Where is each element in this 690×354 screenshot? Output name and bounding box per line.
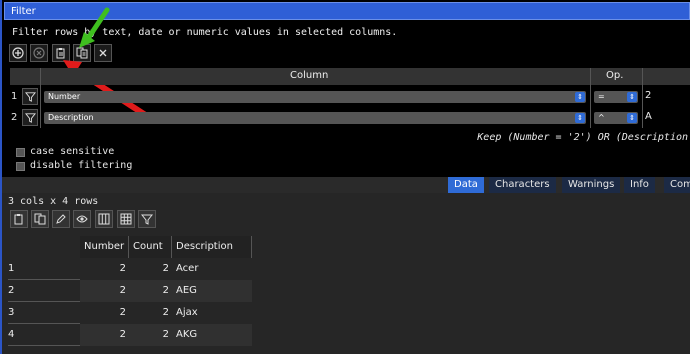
funnel-icon bbox=[141, 214, 153, 225]
paste-data-button[interactable] bbox=[10, 210, 28, 228]
cell-description: Acer bbox=[176, 263, 199, 274]
column-select-value: Description bbox=[48, 113, 94, 122]
edit-button[interactable] bbox=[52, 210, 70, 228]
dimensions-label: 3 cols x 4 rows bbox=[8, 196, 99, 207]
filter-table: Column Op. 1 Number ⇕ = ⇕ 2 2 Descriptio… bbox=[2, 68, 690, 128]
window-titlebar[interactable]: Filter bbox=[4, 2, 690, 20]
cell-count: 2 bbox=[162, 263, 169, 274]
paste-button[interactable] bbox=[52, 44, 70, 62]
updown-arrow-icon: ⇕ bbox=[627, 92, 637, 102]
copy-data-button[interactable] bbox=[31, 210, 49, 228]
column-select[interactable]: Description ⇕ bbox=[44, 112, 586, 124]
table-row[interactable]: 2 2 2 AEG bbox=[2, 280, 690, 302]
case-sensitive-label: case sensitive bbox=[30, 146, 115, 157]
op-select-value: = bbox=[598, 92, 605, 101]
copy-icon bbox=[76, 47, 88, 59]
grid-button[interactable] bbox=[117, 210, 135, 228]
copy-button[interactable] bbox=[73, 44, 91, 62]
copy-icon bbox=[34, 213, 46, 225]
tab-data[interactable]: Data bbox=[448, 177, 484, 193]
updown-arrow-icon: ⇕ bbox=[575, 92, 585, 102]
cell-number: 2 bbox=[119, 285, 126, 296]
tab-info[interactable]: Info bbox=[624, 177, 655, 193]
paste-icon bbox=[14, 214, 23, 225]
op-select[interactable]: = ⇕ bbox=[594, 91, 638, 103]
table-row[interactable]: 4 2 2 AKG bbox=[2, 324, 690, 346]
columns-button[interactable] bbox=[95, 210, 113, 228]
cell-description: Ajax bbox=[176, 307, 198, 318]
op-select-value: ^ bbox=[598, 113, 605, 122]
cell-count: 2 bbox=[162, 307, 169, 318]
op-select[interactable]: ^ ⇕ bbox=[594, 112, 638, 124]
filter-value[interactable]: A bbox=[645, 111, 652, 122]
remove-filter-button[interactable] bbox=[30, 44, 48, 62]
row-index: 3 bbox=[8, 307, 15, 318]
filter-row-index: 1 bbox=[11, 91, 18, 102]
disable-filtering-checkbox[interactable] bbox=[16, 162, 25, 171]
eye-icon bbox=[76, 215, 88, 223]
add-filter-button[interactable] bbox=[9, 44, 27, 62]
filter-expression: Keep (Number = '2') OR (Description bbox=[477, 132, 688, 143]
filter-description: Filter rows by text, date or numeric val… bbox=[12, 27, 398, 38]
column-header-count[interactable]: Count bbox=[129, 236, 172, 258]
data-grid: Number Count Description 1 2 2 Acer 2 2 … bbox=[2, 236, 690, 354]
column-select[interactable]: Number ⇕ bbox=[44, 91, 586, 103]
tab-characters[interactable]: Characters bbox=[489, 177, 556, 193]
add-icon bbox=[12, 47, 24, 59]
filter-row-toggle[interactable] bbox=[22, 88, 38, 105]
remove-icon bbox=[33, 47, 45, 59]
close-filter-button[interactable] bbox=[94, 44, 112, 62]
tab-warnings[interactable]: Warnings bbox=[562, 177, 621, 193]
filter-row: 2 Description ⇕ ^ ⇕ A bbox=[2, 108, 690, 128]
cell-number: 2 bbox=[119, 329, 126, 340]
funnel-icon bbox=[24, 92, 36, 102]
funnel-icon bbox=[24, 113, 36, 123]
case-sensitive-checkbox[interactable] bbox=[16, 148, 25, 157]
grid-icon bbox=[120, 213, 132, 225]
row-index: 2 bbox=[8, 285, 15, 296]
op-header: Op. bbox=[606, 70, 624, 81]
paste-icon bbox=[56, 48, 65, 59]
columns-icon bbox=[98, 213, 110, 225]
close-icon bbox=[99, 49, 107, 57]
cell-description: AEG bbox=[176, 285, 197, 296]
cell-number: 2 bbox=[119, 307, 126, 318]
filter-row-toggle[interactable] bbox=[22, 109, 38, 126]
table-row[interactable]: 3 2 2 Ajax bbox=[2, 302, 690, 324]
cell-description: AKG bbox=[176, 329, 198, 340]
filter-table-header: Column Op. bbox=[10, 68, 690, 85]
data-pane: 3 cols x 4 rows Number Count Description bbox=[2, 193, 690, 354]
filter-row: 1 Number ⇕ = ⇕ 2 bbox=[2, 87, 690, 107]
tab-bar: Data Characters Warnings Info Comm bbox=[2, 177, 690, 193]
pencil-icon bbox=[56, 214, 66, 224]
cell-number: 2 bbox=[119, 263, 126, 274]
row-index: 4 bbox=[8, 329, 15, 340]
table-row[interactable]: 1 2 2 Acer bbox=[2, 258, 690, 280]
column-select-value: Number bbox=[48, 92, 81, 101]
window-title: Filter bbox=[11, 6, 36, 17]
cell-count: 2 bbox=[162, 285, 169, 296]
tab-comm[interactable]: Comm bbox=[664, 177, 690, 193]
column-header-number[interactable]: Number bbox=[80, 236, 129, 258]
column-header: Column bbox=[290, 70, 329, 81]
updown-arrow-icon: ⇕ bbox=[575, 113, 585, 123]
filter-window: Filter Filter rows by text, date or nume… bbox=[0, 0, 690, 354]
filter-row-index: 2 bbox=[11, 112, 18, 123]
row-index: 1 bbox=[8, 263, 15, 274]
filter-value[interactable]: 2 bbox=[645, 90, 651, 101]
cell-count: 2 bbox=[162, 329, 169, 340]
updown-arrow-icon: ⇕ bbox=[627, 113, 637, 123]
column-header-description[interactable]: Description bbox=[172, 236, 252, 258]
row-divider bbox=[8, 345, 80, 346]
view-button[interactable] bbox=[73, 210, 91, 228]
filter-button[interactable] bbox=[138, 210, 156, 228]
disable-filtering-label: disable filtering bbox=[30, 160, 133, 171]
